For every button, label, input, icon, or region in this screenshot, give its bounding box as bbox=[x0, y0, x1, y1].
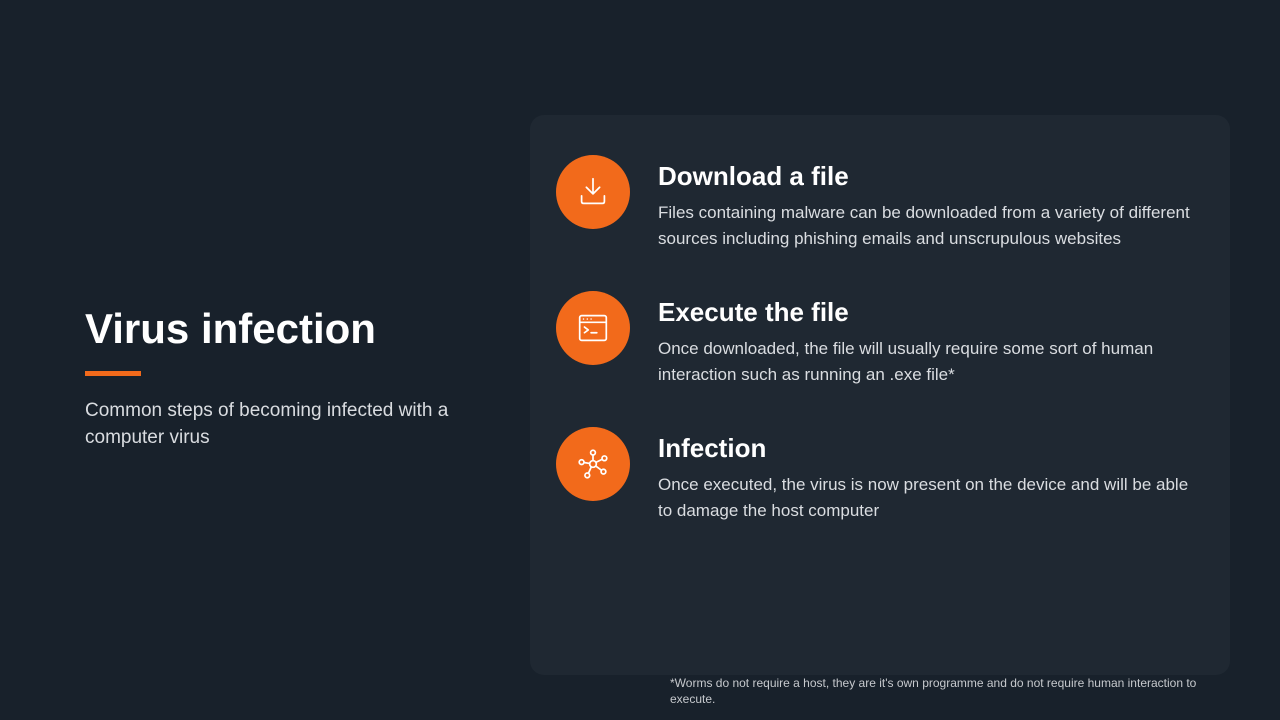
step-desc: Files containing malware can be download… bbox=[658, 200, 1190, 251]
step-content: Download a file Files containing malware… bbox=[658, 155, 1190, 251]
step-title: Execute the file bbox=[658, 297, 1190, 328]
page-title: Virus infection bbox=[85, 305, 465, 353]
left-panel: Virus infection Common steps of becoming… bbox=[85, 305, 465, 451]
step-content: Infection Once executed, the virus is no… bbox=[658, 427, 1190, 523]
step-infection: Infection Once executed, the virus is no… bbox=[560, 427, 1190, 523]
page-subtitle: Common steps of becoming infected with a… bbox=[85, 398, 465, 451]
step-content: Execute the file Once downloaded, the fi… bbox=[658, 291, 1190, 387]
step-title: Infection bbox=[658, 433, 1190, 464]
step-desc: Once downloaded, the file will usually r… bbox=[658, 336, 1190, 387]
terminal-icon bbox=[556, 291, 630, 365]
step-title: Download a file bbox=[658, 161, 1190, 192]
footnote: *Worms do not require a host, they are i… bbox=[670, 676, 1210, 707]
download-icon bbox=[556, 155, 630, 229]
step-execute: Execute the file Once downloaded, the fi… bbox=[560, 291, 1190, 387]
step-desc: Once executed, the virus is now present … bbox=[658, 472, 1190, 523]
network-icon bbox=[556, 427, 630, 501]
steps-panel: Download a file Files containing malware… bbox=[530, 115, 1230, 675]
accent-bar bbox=[85, 371, 141, 376]
step-download: Download a file Files containing malware… bbox=[560, 155, 1190, 251]
